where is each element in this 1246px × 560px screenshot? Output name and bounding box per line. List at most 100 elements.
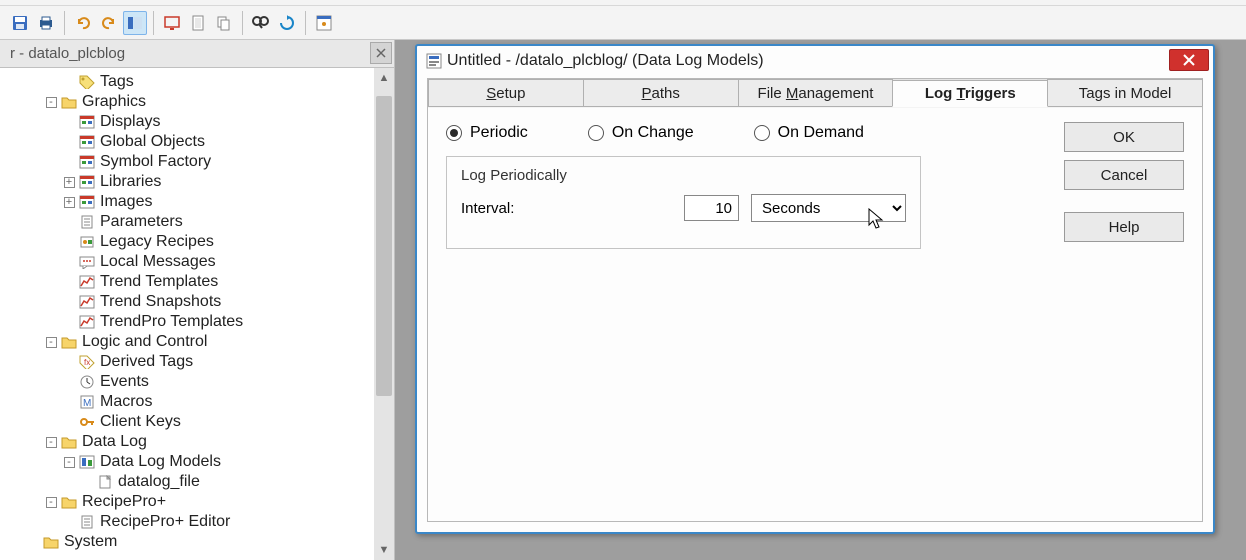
tree-item[interactable]: M Macros bbox=[6, 392, 394, 412]
dialog-titlebar[interactable]: Untitled - /datalo_plcblog/ (Data Log Mo… bbox=[417, 46, 1213, 76]
tree-item[interactable]: - RecipePro+ bbox=[6, 492, 394, 512]
tree-item-label: Trend Snapshots bbox=[100, 293, 221, 311]
folder-icon bbox=[60, 94, 78, 110]
tree-item-label: Parameters bbox=[100, 213, 183, 231]
interval-label: Interval: bbox=[461, 200, 571, 217]
tree-item-label: Data Log Models bbox=[100, 453, 221, 471]
cancel-button[interactable]: Cancel bbox=[1064, 160, 1184, 190]
tree-item[interactable]: - Data Log Models bbox=[6, 452, 394, 472]
ok-button[interactable]: OK bbox=[1064, 122, 1184, 152]
tree-item[interactable]: - Graphics bbox=[6, 92, 394, 112]
tree-item[interactable]: Local Messages bbox=[6, 252, 394, 272]
print-icon[interactable] bbox=[34, 11, 58, 35]
tree-item[interactable]: Events bbox=[6, 372, 394, 392]
tree-item-label: Global Objects bbox=[100, 133, 205, 151]
tree-item[interactable]: Trend Snapshots bbox=[6, 292, 394, 312]
explorer-icon[interactable] bbox=[123, 11, 147, 35]
tree-item[interactable]: datalog_file bbox=[6, 472, 394, 492]
group-title: Log Periodically bbox=[461, 167, 906, 184]
tab-tags-in-model[interactable]: Tags in Model bbox=[1047, 79, 1203, 106]
tree-item[interactable]: Client Keys bbox=[6, 412, 394, 432]
page-icon bbox=[78, 214, 96, 230]
tree-item[interactable]: Symbol Factory bbox=[6, 152, 394, 172]
tree-item[interactable]: fxDerived Tags bbox=[6, 352, 394, 372]
scrollbar[interactable]: ▲ ▼ bbox=[374, 68, 394, 560]
tree-item[interactable]: Trend Templates bbox=[6, 272, 394, 292]
folder-icon bbox=[60, 334, 78, 350]
tree-item[interactable]: + Libraries bbox=[6, 172, 394, 192]
scroll-up-button[interactable]: ▲ bbox=[374, 68, 394, 88]
tree-item-label: RecipePro+ bbox=[82, 493, 166, 511]
collapse-icon[interactable]: - bbox=[46, 497, 57, 508]
tree-item-label: Libraries bbox=[100, 173, 161, 191]
tree-item[interactable]: System bbox=[6, 532, 394, 552]
trend-icon bbox=[78, 274, 96, 290]
save-icon[interactable] bbox=[8, 11, 32, 35]
tree-item-label: Graphics bbox=[82, 93, 146, 111]
tree-item[interactable]: Parameters bbox=[6, 212, 394, 232]
tree-item[interactable]: + Images bbox=[6, 192, 394, 212]
tree-item-label: Images bbox=[100, 193, 152, 211]
folder-icon bbox=[42, 534, 60, 550]
radio-periodic[interactable]: Periodic bbox=[446, 124, 528, 142]
tree-item-label: Derived Tags bbox=[100, 353, 193, 371]
collapse-icon[interactable]: - bbox=[46, 437, 57, 448]
tree-item[interactable]: TrendPro Templates bbox=[6, 312, 394, 332]
tree-item[interactable]: Legacy Recipes bbox=[6, 232, 394, 252]
derived-icon: fx bbox=[78, 354, 96, 370]
panel-close-button[interactable] bbox=[370, 42, 392, 64]
tree-item-label: RecipePro+ Editor bbox=[100, 513, 230, 531]
collapse-icon[interactable]: - bbox=[46, 337, 57, 348]
interval-input[interactable] bbox=[684, 195, 739, 221]
tab-paths[interactable]: Paths bbox=[583, 79, 739, 106]
models-icon bbox=[78, 454, 96, 470]
tab-log-triggers[interactable]: Log Triggers bbox=[892, 80, 1048, 107]
expand-icon[interactable]: + bbox=[64, 197, 75, 208]
tree-item-label: TrendPro Templates bbox=[100, 313, 243, 331]
refresh-icon[interactable] bbox=[275, 11, 299, 35]
collapse-icon[interactable]: - bbox=[46, 97, 57, 108]
tree-item[interactable]: Global Objects bbox=[6, 132, 394, 152]
page-icon bbox=[78, 514, 96, 530]
window-icon[interactable] bbox=[312, 11, 336, 35]
interval-unit-select[interactable]: Seconds bbox=[751, 194, 906, 222]
radio-on-demand[interactable]: On Demand bbox=[754, 124, 864, 142]
redo-icon[interactable] bbox=[97, 11, 121, 35]
tabstrip: Setup Paths File Management Log Triggers… bbox=[428, 79, 1202, 107]
dialog-close-button[interactable] bbox=[1169, 49, 1209, 71]
display-icon bbox=[78, 134, 96, 150]
tree-item[interactable]: - Data Log bbox=[6, 432, 394, 452]
scroll-down-button[interactable]: ▼ bbox=[374, 540, 394, 560]
tree-item[interactable]: Displays bbox=[6, 112, 394, 132]
find-icon[interactable] bbox=[249, 11, 273, 35]
tree-item-label: Macros bbox=[100, 393, 152, 411]
project-tree[interactable]: Tags - GraphicsDisplaysGlobal ObjectsSymbo… bbox=[0, 68, 394, 556]
collapse-icon[interactable]: - bbox=[64, 457, 75, 468]
tree-item-label: Trend Templates bbox=[100, 273, 218, 291]
tree-item[interactable]: RecipePro+ Editor bbox=[6, 512, 394, 532]
tabpage-log-triggers: Periodic On Change On Demand Log Periodi… bbox=[428, 108, 1202, 521]
macro-icon: M bbox=[78, 394, 96, 410]
expand-icon[interactable]: + bbox=[64, 177, 75, 188]
tab-file-management[interactable]: File Management bbox=[738, 79, 894, 106]
display-icon bbox=[78, 114, 96, 130]
copy-icon[interactable] bbox=[212, 11, 236, 35]
data-log-model-dialog: Untitled - /datalo_plcblog/ (Data Log Mo… bbox=[415, 44, 1215, 534]
tab-setup[interactable]: Setup bbox=[428, 79, 584, 106]
svg-text:M: M bbox=[83, 398, 91, 409]
group-log-periodically: Log Periodically Interval: Seconds bbox=[446, 156, 921, 249]
help-button[interactable]: Help bbox=[1064, 212, 1184, 242]
display-icon[interactable] bbox=[160, 11, 184, 35]
tree-item-label: Data Log bbox=[82, 433, 147, 451]
project-explorer-panel: r - datalo_plcblog Tags-GraphicsDisplays… bbox=[0, 40, 395, 560]
scroll-thumb[interactable] bbox=[376, 96, 392, 396]
cut-icon[interactable] bbox=[186, 11, 210, 35]
tree-item-label: System bbox=[64, 533, 117, 551]
radio-periodic-label: Periodic bbox=[470, 124, 528, 142]
tree-item[interactable]: -Logic and Control bbox=[6, 332, 394, 352]
radio-on-change[interactable]: On Change bbox=[588, 124, 694, 142]
tree-item-label: Events bbox=[100, 373, 149, 391]
recipe-icon bbox=[78, 234, 96, 250]
undo-icon[interactable] bbox=[71, 11, 95, 35]
tree-item[interactable]: Tags bbox=[6, 72, 394, 92]
